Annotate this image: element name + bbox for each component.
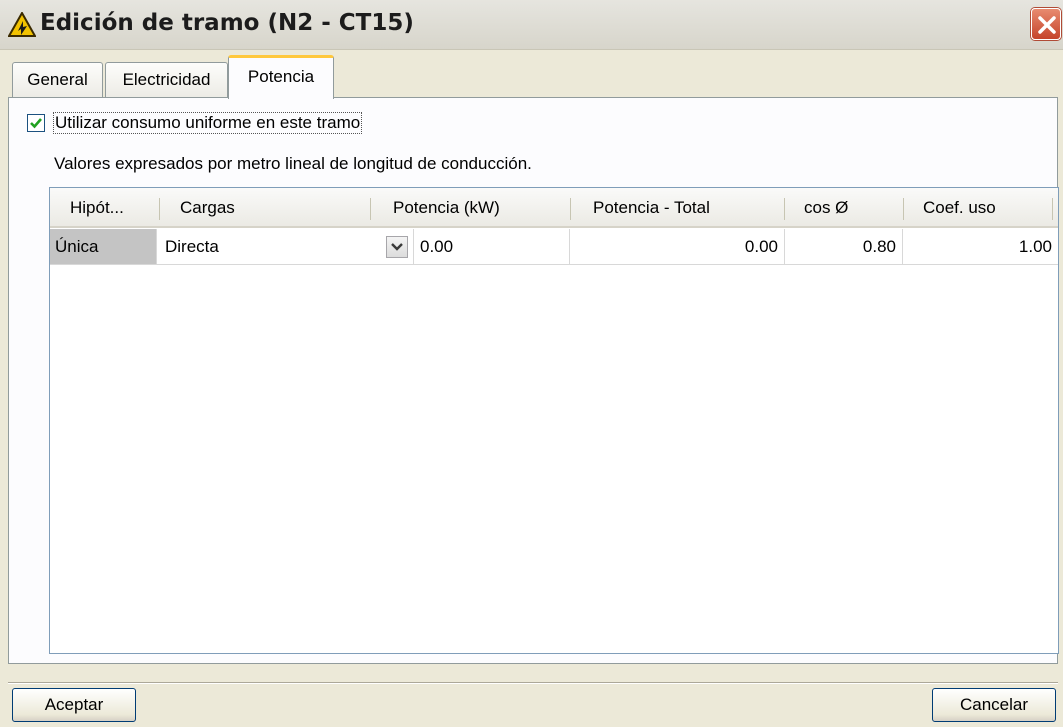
cell-potencia-total[interactable]: 0.00 — [570, 229, 785, 265]
column-divider[interactable] — [784, 198, 785, 220]
cargas-select[interactable]: Directa — [157, 229, 414, 265]
column-divider[interactable] — [159, 198, 160, 220]
close-button[interactable] — [1031, 8, 1061, 40]
column-divider[interactable] — [903, 198, 904, 220]
uniform-checkbox[interactable] — [27, 114, 45, 132]
chevron-down-icon — [391, 243, 403, 251]
cell-coef-uso[interactable]: 1.00 — [903, 229, 1058, 265]
window-title: Edición de tramo (N2 - CT15) — [40, 10, 414, 36]
column-header-potencia-total[interactable]: Potencia - Total — [593, 188, 710, 226]
column-header-hipotesis[interactable]: Hipót... — [70, 188, 124, 226]
cargas-select-value: Directa — [165, 237, 219, 256]
column-divider[interactable] — [570, 198, 571, 220]
tab-general[interactable]: General — [12, 62, 103, 98]
table-header: Hipót... Cargas Potencia (kW) Potencia -… — [50, 188, 1058, 228]
column-divider[interactable] — [1052, 198, 1053, 220]
cancel-button[interactable]: Cancelar — [932, 688, 1056, 722]
column-divider[interactable] — [370, 198, 371, 220]
column-header-cargas[interactable]: Cargas — [180, 188, 235, 226]
cell-hipotesis[interactable]: Única — [50, 229, 157, 265]
cargas-dropdown-button[interactable] — [386, 236, 408, 258]
loads-table: Hipót... Cargas Potencia (kW) Potencia -… — [49, 187, 1059, 654]
cell-potencia[interactable]: 0.00 — [414, 229, 570, 265]
title-bar[interactable]: Edición de tramo (N2 - CT15) — [0, 0, 1063, 50]
column-header-coef-uso[interactable]: Coef. uso — [923, 188, 996, 226]
close-icon — [1038, 16, 1056, 34]
column-header-cos[interactable]: cos Ø — [804, 188, 848, 226]
uniform-checkbox-label[interactable]: Utilizar consumo uniforme en este tramo — [53, 112, 363, 134]
divider — [8, 682, 1058, 684]
accept-button[interactable]: Aceptar — [12, 688, 136, 722]
warning-icon — [7, 10, 37, 37]
tab-electricidad[interactable]: Electricidad — [105, 62, 228, 98]
table-row[interactable]: Única Directa 0.00 0.00 0.80 1.00 — [50, 229, 1058, 267]
column-header-potencia[interactable]: Potencia (kW) — [393, 188, 500, 226]
tab-potencia[interactable]: Potencia — [228, 55, 334, 99]
checkmark-icon — [30, 118, 42, 129]
units-note: Valores expresados por metro lineal de l… — [54, 154, 532, 173]
cell-cos[interactable]: 0.80 — [785, 229, 903, 265]
